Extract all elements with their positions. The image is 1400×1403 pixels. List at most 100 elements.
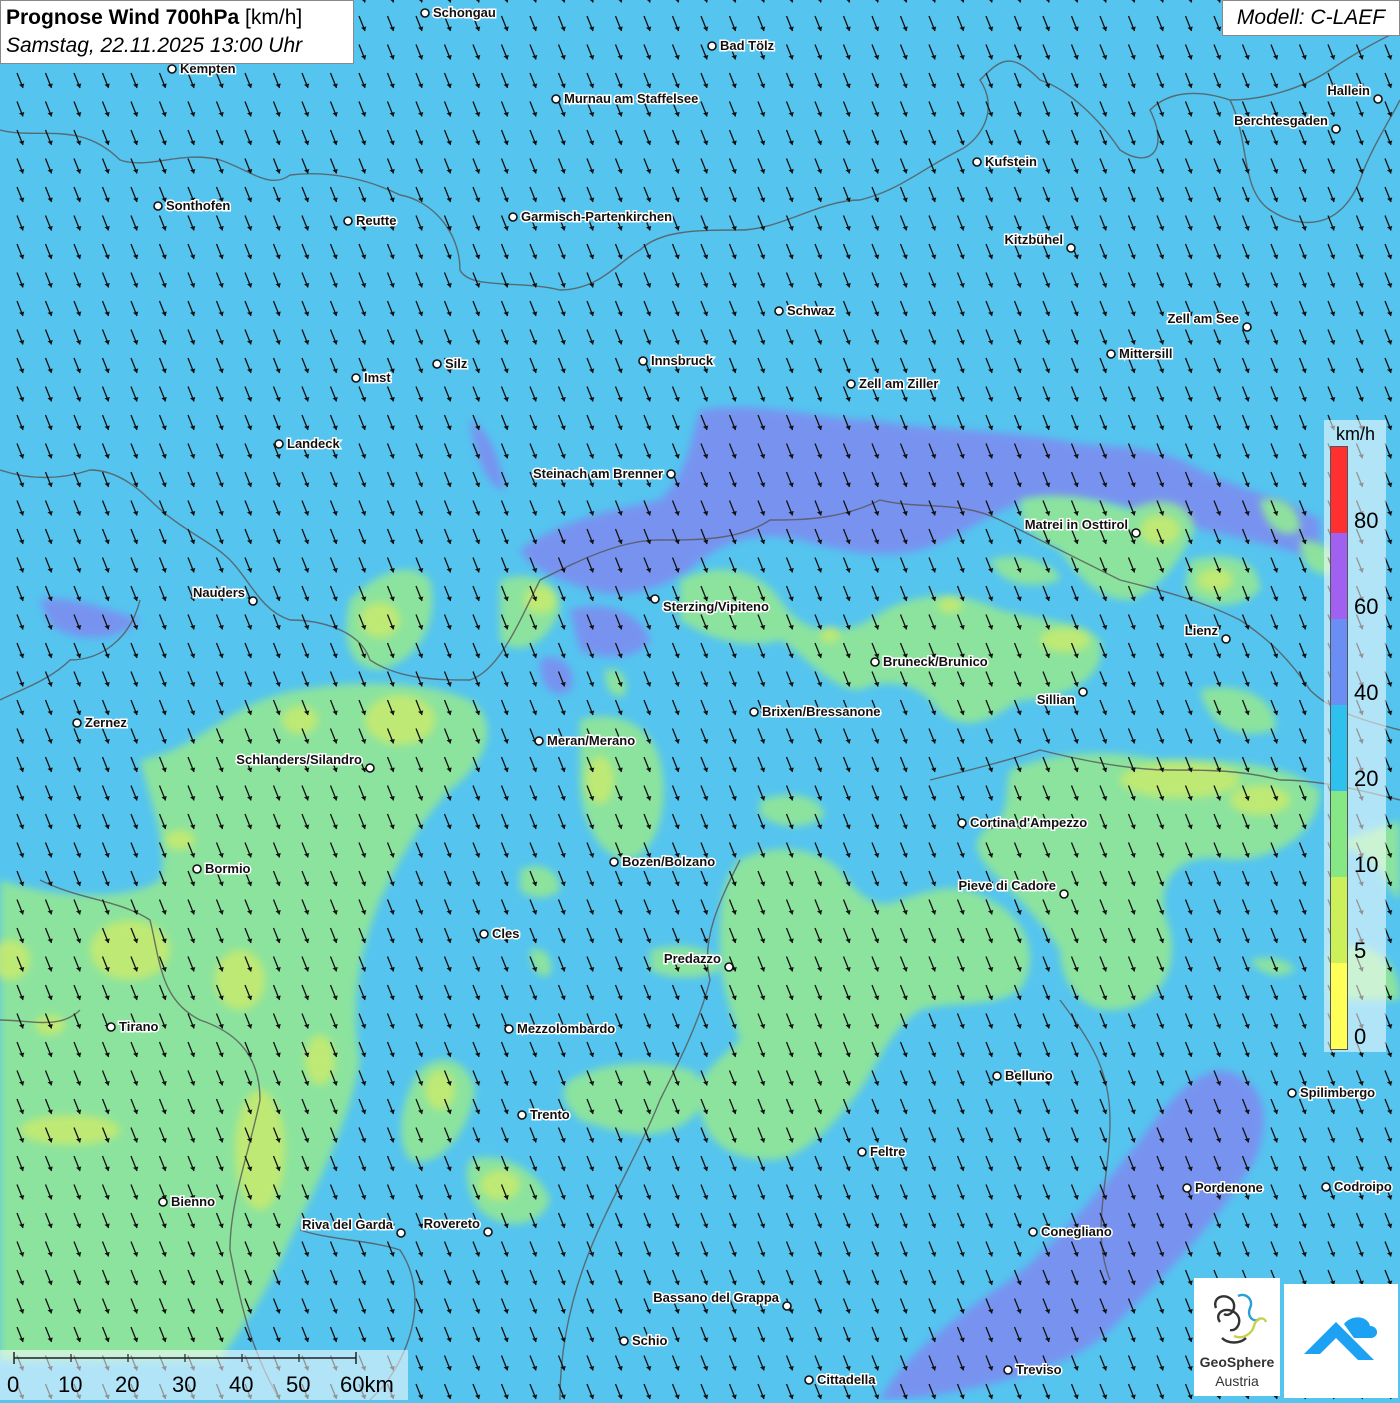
city-label: Cles — [492, 926, 519, 941]
scale-label: 10 — [58, 1372, 83, 1397]
city-dot — [957, 818, 967, 828]
city-dot — [1106, 349, 1116, 359]
city-dot — [517, 1110, 527, 1120]
city-label: Schwaz — [787, 303, 835, 318]
scale-bar: 0 10 20 30 40 50 60km — [0, 1350, 408, 1400]
city-label: Matrei in Osttirol — [1025, 517, 1128, 532]
city-dot — [1182, 1183, 1192, 1193]
city-label: Zell am Ziller — [859, 376, 938, 391]
city-label: Meran/Merano — [547, 733, 635, 748]
city-label: Bassano del Grappa — [653, 1290, 779, 1305]
city-dot — [483, 1227, 493, 1237]
city-label: Brixen/Bressanone — [762, 704, 881, 719]
city-label: Mittersill — [1119, 346, 1172, 361]
city-dot — [72, 718, 82, 728]
model-label: Modell: C-LAEF — [1222, 0, 1400, 36]
city-dot — [106, 1022, 116, 1032]
map-title-main: Prognose Wind 700hPa — [6, 6, 240, 29]
geosphere-logo[interactable]: GeoSphere Austria — [1194, 1278, 1280, 1396]
city-dot — [609, 857, 619, 867]
city-label: Schlanders/Silandro — [236, 752, 362, 767]
city-label: Pordenone — [1195, 1180, 1263, 1195]
scale-label: 40 — [229, 1372, 254, 1397]
scale-label: 50 — [286, 1372, 311, 1397]
city-label: Bormio — [205, 861, 251, 876]
city-dot — [1066, 243, 1076, 253]
app-mountain-icon — [1304, 1317, 1378, 1360]
legend-tick: 40 — [1354, 680, 1379, 705]
city-label: Silz — [445, 356, 468, 371]
city-dot — [724, 962, 734, 972]
city-label: Riva del Garda — [302, 1217, 394, 1232]
scale-label: 30 — [172, 1372, 197, 1397]
geosphere-country: Austria — [1215, 1373, 1259, 1389]
city-label: Nauders — [193, 585, 245, 600]
city-label: Kufstein — [985, 154, 1037, 169]
city-label: Garmisch-Partenkirchen — [521, 209, 672, 224]
city-marker: Spilimbergo — [1287, 1084, 1377, 1102]
city-label: Landeck — [287, 436, 341, 451]
city-dot — [248, 596, 258, 606]
city-dot — [365, 763, 375, 773]
app-logo[interactable] — [1284, 1284, 1398, 1398]
city-marker: Cortina d'Ampezzo — [957, 814, 1089, 832]
city-dot — [666, 469, 676, 479]
legend-segment — [1331, 447, 1347, 533]
scale-ruler — [13, 1352, 357, 1364]
city-dot — [619, 1336, 629, 1346]
legend-tick: 10 — [1354, 852, 1379, 877]
city-label: Bienno — [171, 1194, 215, 1209]
city-dot — [432, 359, 442, 369]
city-label: Imst — [364, 370, 391, 385]
city-dot — [343, 216, 353, 226]
legend-color-bar — [1330, 446, 1348, 1050]
city-label: Schongau — [433, 5, 496, 20]
city-dot — [1242, 322, 1252, 332]
legend-tick: 20 — [1354, 766, 1379, 791]
city-dot — [351, 373, 361, 383]
city-label: Feltre — [870, 1144, 905, 1159]
city-dot — [992, 1071, 1002, 1081]
city-dot — [1287, 1088, 1297, 1098]
city-label: Codroipo — [1334, 1179, 1392, 1194]
city-marker: Meran/Merano — [534, 732, 637, 750]
city-dot — [153, 201, 163, 211]
city-dot — [638, 356, 648, 366]
city-marker: Innsbruck — [638, 352, 715, 370]
city-label: Bruneck/Brunico — [883, 654, 988, 669]
city-label: Trento — [530, 1107, 570, 1122]
city-dot — [774, 306, 784, 316]
legend-segment — [1331, 963, 1347, 1049]
city-label: Murnau am Staffelsee — [564, 91, 698, 106]
city-dot — [1028, 1227, 1038, 1237]
city-dot — [804, 1375, 814, 1385]
city-marker: Murnau am Staffelsee — [551, 90, 700, 108]
city-marker: Bruneck/Brunico — [870, 653, 989, 671]
city-dot — [749, 707, 759, 717]
scale-label: 20 — [115, 1372, 140, 1397]
city-marker: Sonthofen — [153, 197, 232, 215]
wind-map[interactable]: SchongauBad TölzKemptenMurnau am Staffel… — [0, 0, 1400, 1400]
city-marker: Garmisch-Partenkirchen — [508, 208, 674, 226]
city-dot — [1321, 1182, 1331, 1192]
city-label: Bozen/Bolzano — [622, 854, 715, 869]
city-label: Belluno — [1005, 1068, 1053, 1083]
city-label: Mezzolombardo — [517, 1021, 615, 1036]
city-dot — [1078, 687, 1088, 697]
legend-segment — [1331, 705, 1347, 791]
city-dot — [508, 212, 518, 222]
city-label: Kitzbühel — [1005, 232, 1064, 247]
city-marker: Pordenone — [1182, 1179, 1264, 1197]
city-dot — [1131, 528, 1141, 538]
city-dot — [396, 1228, 406, 1238]
city-dot — [857, 1147, 867, 1157]
map-title: Prognose Wind 700hPa [km/h] — [6, 4, 348, 32]
city-label: Innsbruck — [651, 353, 714, 368]
city-dot — [782, 1301, 792, 1311]
forecast-datetime: Samstag, 22.11.2025 13:00 Uhr — [6, 34, 303, 57]
city-label: Berchtesgaden — [1234, 113, 1328, 128]
title-box: Prognose Wind 700hPa [km/h] Samstag, 22.… — [0, 0, 354, 64]
legend-tick: 60 — [1354, 594, 1379, 619]
city-label: Sillian — [1037, 692, 1075, 707]
city-label: Cortina d'Ampezzo — [970, 815, 1087, 830]
